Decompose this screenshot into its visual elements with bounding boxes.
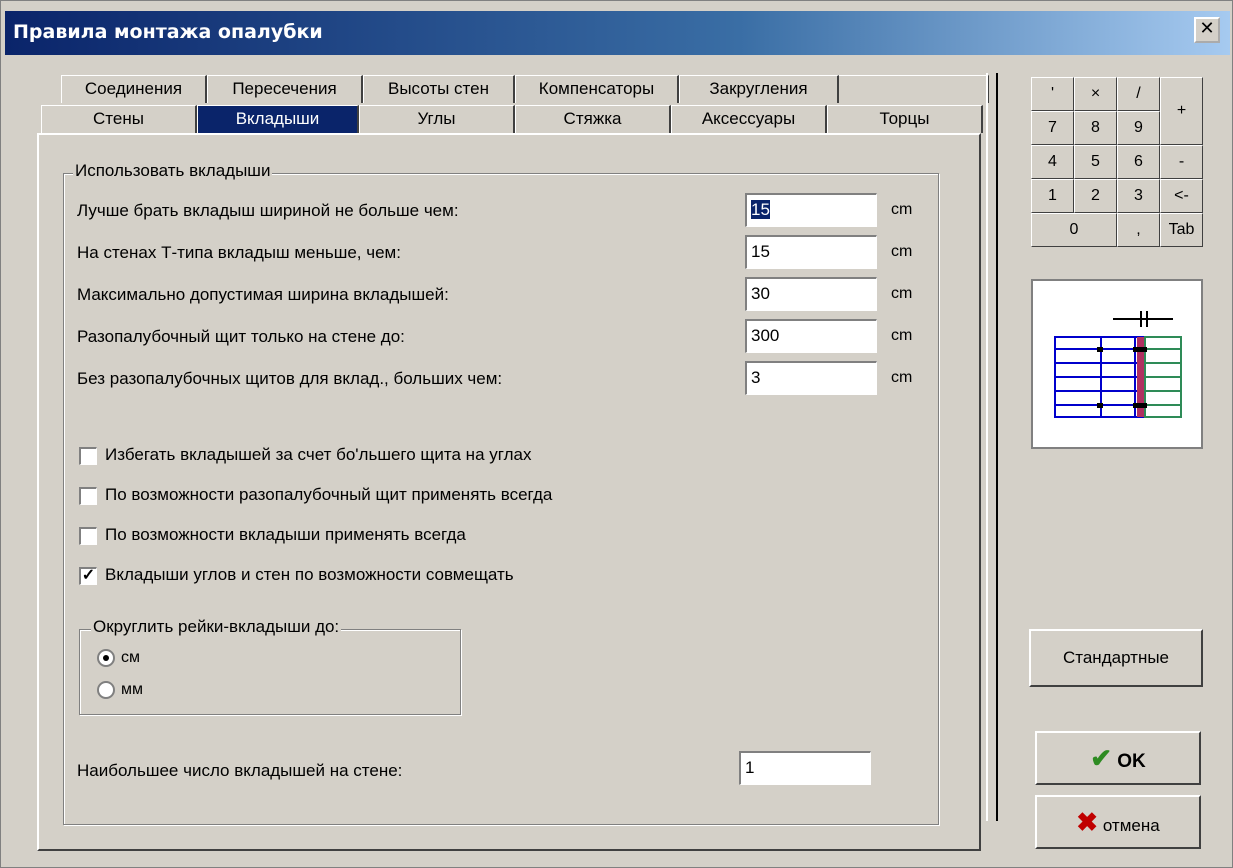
key-6[interactable]: 6 — [1117, 145, 1160, 179]
key-divide[interactable]: / — [1117, 77, 1160, 111]
checkbox-combine-inserts-label: Вкладыши углов и стен по возможности сов… — [105, 565, 514, 584]
standard-button[interactable]: Стандартные — [1029, 629, 1203, 687]
max-width-value: 15 — [751, 200, 770, 219]
tab-roundings[interactable]: Закругления — [679, 75, 839, 103]
max-width-unit: cm — [891, 201, 913, 218]
key-plus[interactable]: + — [1160, 77, 1203, 145]
field-label-max-allowed: Максимально допустимая ширина вкладышей: — [77, 285, 449, 304]
max-allowed-unit: cm — [891, 285, 913, 302]
ok-button[interactable]: ✔ OK — [1035, 731, 1201, 785]
tab-compensators[interactable]: Компенсаторы — [515, 75, 679, 103]
radio-cm-label: см — [121, 649, 140, 666]
round-group-legend: Округлить рейки-вкладыши до: — [91, 617, 342, 637]
field-label-no-stripping: Без разопалубочных щитов для вклад., бол… — [77, 369, 503, 388]
tabs-back-filler — [839, 75, 989, 103]
stripping-panel-input[interactable]: 300 — [745, 319, 877, 353]
key-quote[interactable]: ' — [1031, 77, 1074, 111]
round-group — [79, 629, 461, 715]
key-5[interactable]: 5 — [1074, 145, 1117, 179]
key-tab[interactable]: Tab — [1160, 213, 1203, 247]
radio-cm[interactable] — [97, 649, 115, 667]
key-4[interactable]: 4 — [1031, 145, 1074, 179]
checkbox-avoid-inserts[interactable] — [79, 447, 97, 465]
tab-tie[interactable]: Стяжка — [515, 105, 671, 133]
tab-connections[interactable]: Соединения — [61, 75, 207, 103]
field-label-max-width: Лучше брать вкладыш шириной не больше че… — [77, 201, 459, 220]
max-width-input[interactable]: 15 — [745, 193, 877, 227]
no-stripping-unit: cm — [891, 369, 913, 386]
key-backspace[interactable]: <- — [1160, 179, 1203, 213]
title-bar: Правила монтажа опалубки ✕ — [5, 11, 1230, 55]
key-0[interactable]: 0 — [1031, 213, 1117, 247]
numeric-keypad: ' × / + 7 8 9 4 5 6 - 1 2 3 <- 0 , Tab — [1031, 77, 1203, 269]
max-inserts-input[interactable]: 1 — [739, 751, 871, 785]
key-minus[interactable]: - — [1160, 145, 1203, 179]
key-7[interactable]: 7 — [1031, 111, 1074, 145]
tab-panel: Использовать вкладыши Лучше брать вклады… — [37, 133, 981, 851]
tab-inserts[interactable]: Вкладыши — [197, 105, 359, 133]
radio-mm[interactable] — [97, 681, 115, 699]
checkbox-stripping-always-label: По возможности разопалубочный щит примен… — [105, 485, 553, 504]
tab-accessories[interactable]: Аксессуары — [671, 105, 827, 133]
window-title: Правила монтажа опалубки — [13, 21, 323, 43]
t-walls-unit: cm — [891, 243, 913, 260]
key-9[interactable]: 9 — [1117, 111, 1160, 145]
check-icon: ✔ — [1090, 743, 1112, 773]
tab-panel-back-edge — [986, 73, 998, 821]
key-2[interactable]: 2 — [1074, 179, 1117, 213]
key-comma[interactable]: , — [1117, 213, 1160, 247]
key-multiply[interactable]: × — [1074, 77, 1117, 111]
max-inserts-label: Наибольшее число вкладышей на стене: — [77, 761, 403, 780]
cross-icon: ✖ — [1076, 807, 1099, 837]
tab-intersections[interactable]: Пересечения — [207, 75, 363, 103]
checkbox-stripping-always[interactable] — [79, 487, 97, 505]
t-walls-input[interactable]: 15 — [745, 235, 877, 269]
key-1[interactable]: 1 — [1031, 179, 1074, 213]
tab-walls[interactable]: Стены — [41, 105, 197, 133]
no-stripping-input[interactable]: 3 — [745, 361, 877, 395]
insert-preview-image — [1031, 279, 1203, 449]
inserts-group-legend: Использовать вкладыши — [73, 161, 273, 181]
key-8[interactable]: 8 — [1074, 111, 1117, 145]
cancel-label: отмена — [1102, 816, 1160, 835]
checkbox-inserts-always[interactable] — [79, 527, 97, 545]
cancel-button[interactable]: ✖ отмена — [1035, 795, 1201, 849]
ok-label: OK — [1117, 751, 1146, 772]
tab-ends[interactable]: Торцы — [827, 105, 983, 133]
tab-wall-heights[interactable]: Высоты стен — [363, 75, 515, 103]
checkbox-inserts-always-label: По возможности вкладыши применять всегда — [105, 525, 466, 544]
close-icon: ✕ — [1199, 18, 1215, 39]
checkbox-combine-inserts[interactable]: ✓ — [79, 567, 97, 585]
dialog-window: Правила монтажа опалубки ✕ Соединения Пе… — [0, 0, 1233, 868]
radio-mm-label: мм — [121, 681, 143, 698]
close-button[interactable]: ✕ — [1194, 17, 1220, 43]
tab-corners[interactable]: Углы — [359, 105, 515, 133]
field-label-t-walls: На стенах Т-типа вкладыш меньше, чем: — [77, 243, 401, 262]
checkbox-avoid-inserts-label: Избегать вкладышей за счет бо'льшего щит… — [105, 445, 532, 464]
stripping-panel-unit: cm — [891, 327, 913, 344]
field-label-stripping-panel: Разопалубочный щит только на стене до: — [77, 327, 405, 346]
key-3[interactable]: 3 — [1117, 179, 1160, 213]
max-allowed-input[interactable]: 30 — [745, 277, 877, 311]
formwork-diagram — [1054, 311, 1182, 418]
